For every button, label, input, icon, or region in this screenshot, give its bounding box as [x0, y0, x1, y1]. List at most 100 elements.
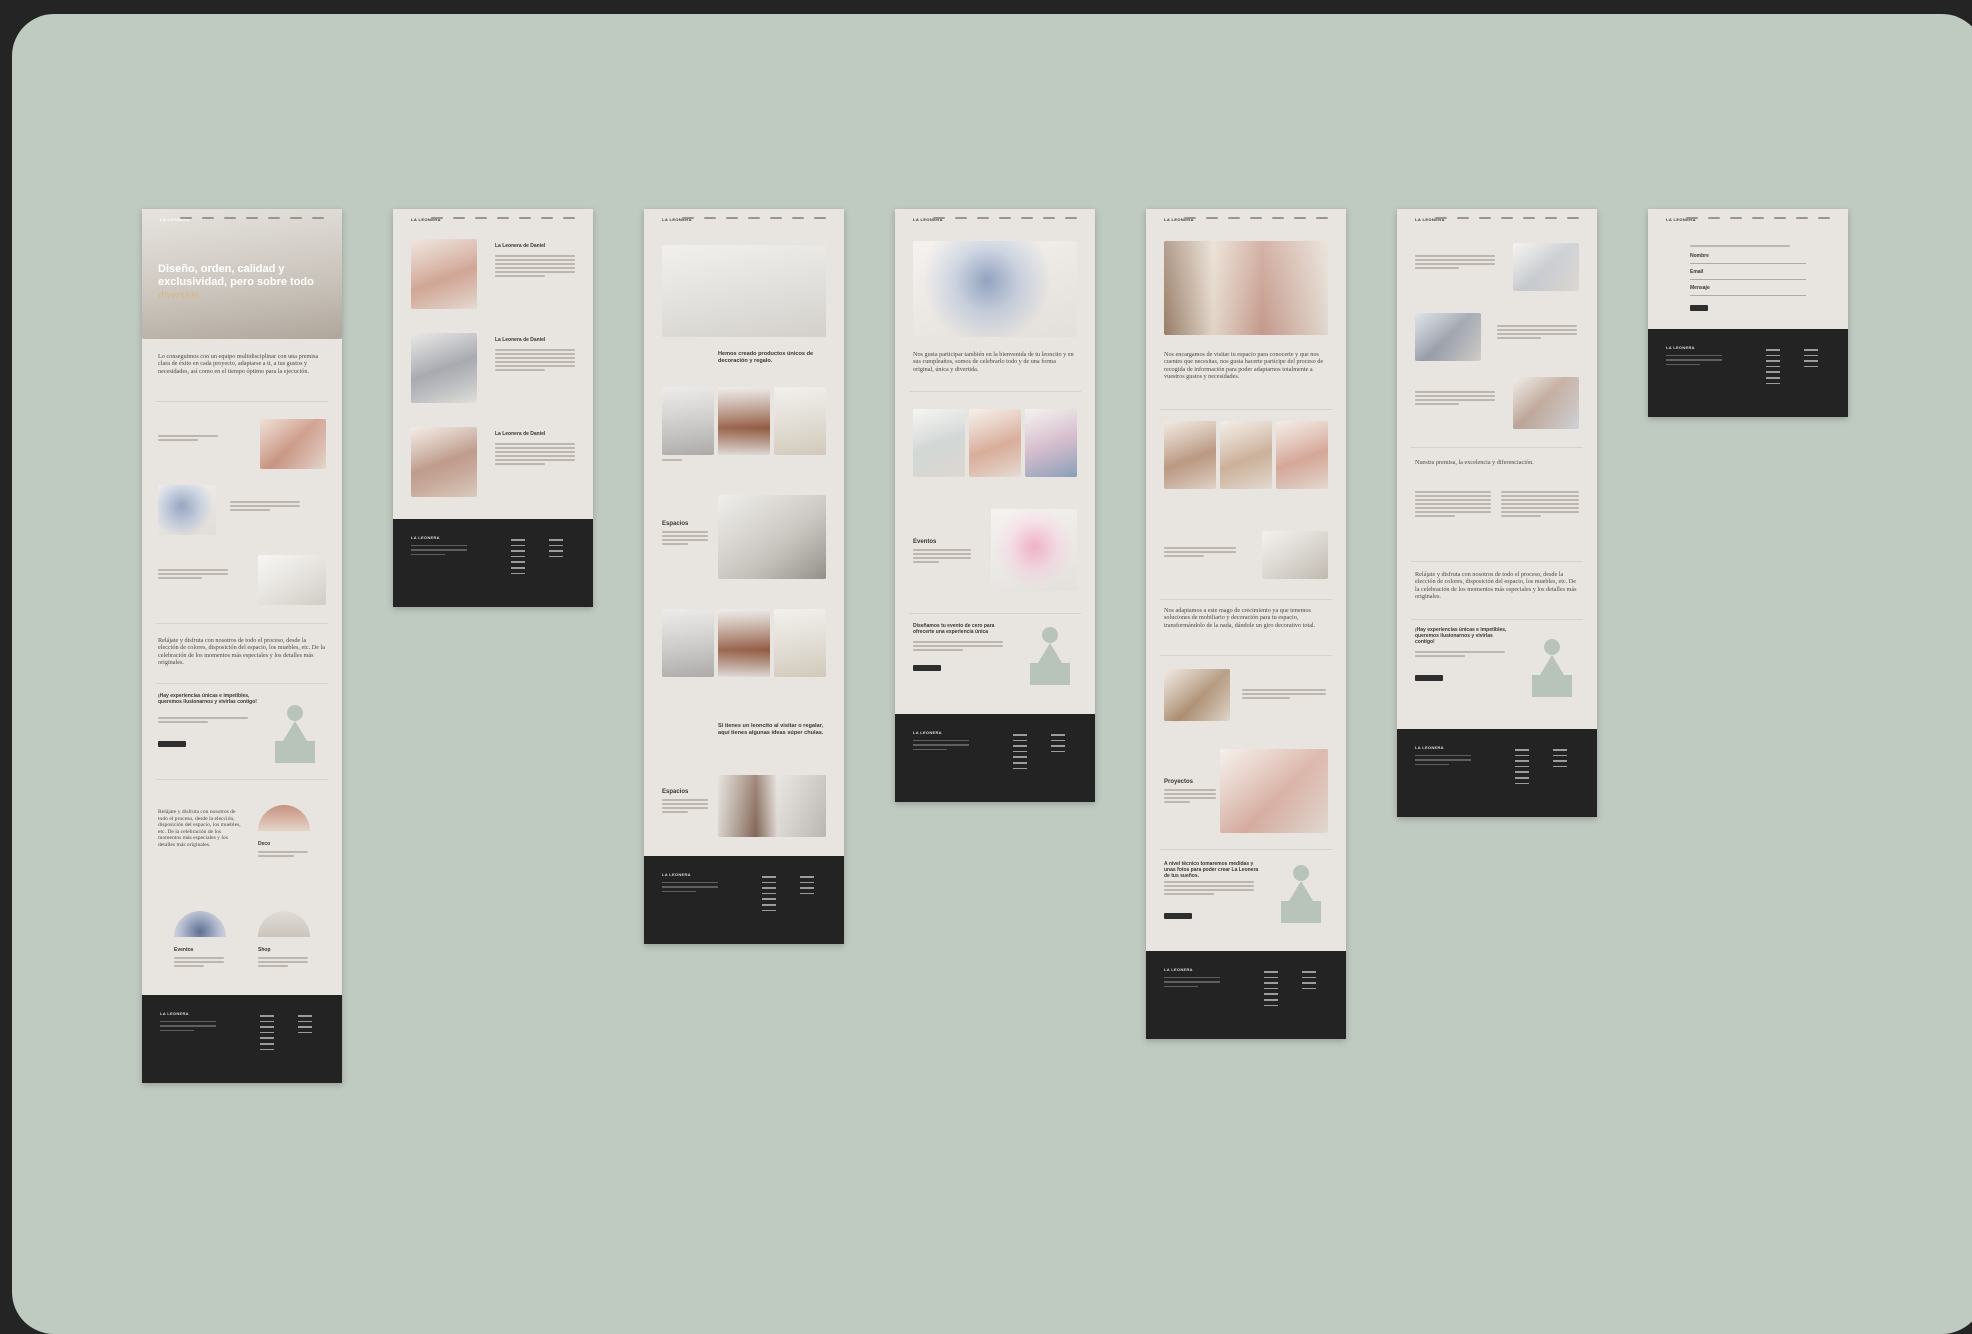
email-input[interactable] — [1690, 279, 1806, 280]
card-image-shop — [258, 911, 310, 937]
footer-links[interactable] — [1264, 971, 1278, 1010]
intro-text: Lo conseguimos con un equipo multidiscip… — [158, 353, 319, 375]
nav-links[interactable] — [180, 217, 324, 219]
lion-figure-icon — [1276, 865, 1326, 925]
shop-headline-2: Si tienes un leoncito al visitar o regal… — [718, 723, 824, 736]
space-photo-2[interactable] — [1220, 421, 1272, 489]
cta-text — [158, 717, 248, 725]
footer-links[interactable] — [1013, 734, 1027, 773]
hero-title: Diseño, orden, calidad y exclusividad, p… — [158, 263, 314, 301]
top-nav: LA LEONERA — [1397, 209, 1597, 231]
footer-social[interactable] — [1804, 349, 1818, 371]
artboard-blog[interactable]: LA LEONERA La Leonera de Daniel La Leone… — [393, 209, 593, 607]
event-photo-2[interactable] — [969, 409, 1021, 477]
events-cta-button[interactable] — [913, 665, 941, 671]
spaces-cta-title: A nivel técnico tomaremos medidas y unas… — [1164, 861, 1259, 879]
nav-links[interactable] — [1184, 217, 1328, 219]
cta-button[interactable] — [158, 741, 186, 747]
footer: LA LEONERA — [1648, 329, 1848, 417]
post-title-1[interactable]: La Leonera de Daniel — [495, 243, 545, 249]
section-espacios: Espacios — [662, 521, 689, 527]
cake-image — [991, 509, 1077, 591]
footer-logo: LA LEONERA — [1164, 967, 1193, 972]
top-nav: LA LEONERA — [644, 209, 844, 231]
footer-logo: LA LEONERA — [1415, 745, 1444, 750]
artboard-shop[interactable]: LA LEONERA Hemos creado productos únicos… — [644, 209, 844, 944]
card-image-eventos — [174, 911, 226, 937]
contact-field-email: Email — [1690, 269, 1704, 275]
events-intro: Nos gusta participar también en la bienv… — [913, 351, 1074, 373]
spaces-cta-button[interactable] — [1164, 913, 1192, 919]
footer-links[interactable] — [260, 1015, 274, 1054]
footer-links[interactable] — [1766, 349, 1780, 388]
post-image-1 — [411, 239, 477, 309]
lion-figure-icon — [1527, 639, 1577, 699]
footer-social[interactable] — [298, 1015, 312, 1037]
top-nav: LA LEONERA — [393, 209, 593, 231]
space-kids-image — [1164, 669, 1230, 721]
space-photo-3[interactable] — [1276, 421, 1328, 489]
event-photo-1[interactable] — [913, 409, 965, 477]
about-cta-button[interactable] — [1415, 675, 1443, 681]
artboard-about[interactable]: LA LEONERA Nuestra premisa, la excelenci… — [1397, 209, 1597, 817]
shop-headline: Hemos creado productos únicos de decorac… — [718, 351, 814, 364]
post-title-3[interactable]: La Leonera de Daniel — [495, 431, 545, 437]
space-photo-1[interactable] — [1164, 421, 1216, 489]
nav-links[interactable] — [1686, 217, 1830, 219]
footer-links[interactable] — [1515, 749, 1529, 788]
nombre-input[interactable] — [1690, 263, 1806, 264]
feature-image-1 — [260, 419, 326, 469]
spaces-image-2 — [718, 775, 826, 837]
spaces-hero-image — [1164, 241, 1328, 335]
nav-links[interactable] — [431, 217, 575, 219]
card-title-deco: Deco — [258, 841, 271, 847]
footer: LA LEONERA — [1146, 951, 1346, 1039]
product-5[interactable] — [718, 609, 770, 677]
about-premise: Nuestra premisa, la excelencia y diferen… — [1415, 459, 1534, 466]
top-nav: LA LEONERA — [1648, 209, 1848, 231]
post-title-2[interactable]: La Leonera de Daniel — [495, 337, 545, 343]
contact-field-nombre: Nombre — [1690, 253, 1709, 259]
product-2[interactable] — [718, 387, 770, 455]
footer-social[interactable] — [800, 876, 814, 898]
feature-text-1 — [158, 435, 218, 443]
shop-hero-image — [662, 245, 826, 337]
footer: LA LEONERA — [142, 995, 342, 1083]
nav-links[interactable] — [682, 217, 826, 219]
top-nav: LA LEONERA — [895, 209, 1095, 231]
card-title-shop: Shop — [258, 947, 271, 953]
card-title-eventos: Eventos — [174, 947, 194, 953]
mensaje-input[interactable] — [1690, 295, 1806, 296]
event-photo-3[interactable] — [1025, 409, 1077, 477]
card-image-deco — [258, 805, 310, 831]
footer-links[interactable] — [511, 539, 525, 578]
artboard-spaces[interactable]: LA LEONERA Nos encargamos de visitar tu … — [1146, 209, 1346, 1039]
spaces-image — [718, 495, 826, 579]
post-image-2 — [411, 333, 477, 403]
product-3[interactable] — [774, 387, 826, 455]
feature-text-3 — [158, 569, 228, 581]
design-canvas: LA LEONERA Diseño, orden, calidad y excl… — [12, 14, 1972, 1334]
lion-figure-icon — [270, 705, 320, 765]
product-4[interactable] — [662, 609, 714, 677]
artboard-contact[interactable]: LA LEONERA Nombre Email Mensaje LA LEONE… — [1648, 209, 1848, 417]
feature-image-2 — [158, 485, 216, 535]
nav-links[interactable] — [933, 217, 1077, 219]
spaces-intro: Nos encargamos de visitar tu espacio par… — [1164, 351, 1324, 380]
product-1[interactable] — [662, 387, 714, 455]
artboard-events[interactable]: LA LEONERA Nos gusta participar también … — [895, 209, 1095, 802]
top-nav: LA LEONERA — [1146, 209, 1346, 231]
artboard-home[interactable]: LA LEONERA Diseño, orden, calidad y excl… — [142, 209, 342, 1083]
footer-links[interactable] — [762, 876, 776, 915]
top-nav: LA LEONERA — [142, 209, 342, 231]
footer: LA LEONERA — [895, 714, 1095, 802]
send-button[interactable] — [1690, 305, 1708, 311]
footer-logo: LA LEONERA — [913, 730, 942, 735]
footer-social[interactable] — [1302, 971, 1316, 993]
events-cta-title: Diseñamos tu evento de cero para ofrecer… — [913, 623, 995, 635]
footer-social[interactable] — [1553, 749, 1567, 771]
nav-links[interactable] — [1435, 217, 1579, 219]
footer-social[interactable] — [549, 539, 563, 561]
footer-social[interactable] — [1051, 734, 1065, 756]
product-6[interactable] — [774, 609, 826, 677]
